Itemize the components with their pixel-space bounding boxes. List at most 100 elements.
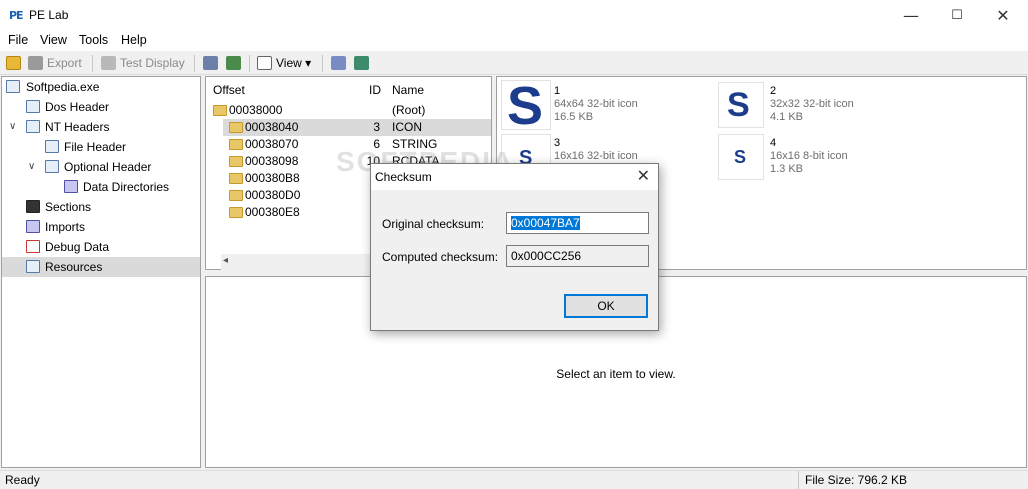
header-icon xyxy=(45,160,59,173)
directories-icon xyxy=(64,180,78,193)
tree-item-label: Sections xyxy=(45,200,92,214)
minimize-button[interactable]: — xyxy=(888,0,934,31)
computed-checksum-field[interactable]: 0x000CC256 xyxy=(506,245,649,267)
softpedia-s-icon: S xyxy=(734,147,747,167)
row-offset: 00038098 xyxy=(245,154,299,168)
export-label: Export xyxy=(47,56,82,70)
folder-icon xyxy=(229,190,243,201)
toolbar-separator xyxy=(194,55,195,72)
title-bar: PE PE Lab — ☐ ✕ xyxy=(0,0,1028,31)
menu-view[interactable]: View xyxy=(40,33,67,47)
row-name: (Root) xyxy=(392,103,426,117)
toolbar-separator xyxy=(322,55,323,72)
hex-button[interactable] xyxy=(226,54,245,72)
tree-item-nt-headers[interactable]: ∨ NT Headers xyxy=(2,117,200,137)
checksum-dialog: Checksum ✕ Original checksum: 0x00047BA7… xyxy=(370,163,659,331)
dependencies-button[interactable] xyxy=(331,54,350,72)
test-display-label: Test Display xyxy=(120,56,185,70)
menu-bar: File View Tools Help xyxy=(0,31,1028,51)
import-button[interactable] xyxy=(354,54,373,72)
calculator-icon xyxy=(203,56,218,70)
row-offset: 000380D0 xyxy=(245,188,301,202)
tree-item-label: Dos Header xyxy=(45,100,110,114)
tree-item-softpedia-exe[interactable]: Softpedia.exe xyxy=(2,77,200,97)
icon-thumbnail[interactable]: S xyxy=(718,134,764,180)
menu-tools[interactable]: Tools xyxy=(79,33,108,47)
icon-info: 3 16x16 32-bit icon xyxy=(554,137,638,163)
column-header-id[interactable]: ID xyxy=(369,83,381,97)
dialog-title-bar: Checksum ✕ xyxy=(371,164,658,190)
tree-item-dos-header[interactable]: Dos Header xyxy=(2,97,200,117)
tree-item-debug-data[interactable]: Debug Data xyxy=(2,237,200,257)
tree-item-file-header[interactable]: File Header xyxy=(2,137,200,157)
tree-item-label: Softpedia.exe xyxy=(26,80,100,94)
export-button[interactable]: Export xyxy=(28,54,82,72)
row-offset: 00038040 xyxy=(245,120,299,134)
tree-item-label: Optional Header xyxy=(64,160,152,174)
exe-file-icon xyxy=(6,80,20,93)
chevron-down-icon[interactable]: ∨ xyxy=(9,117,21,137)
calculator-button[interactable] xyxy=(203,54,222,72)
icon-size: 16.5 KB xyxy=(554,111,594,123)
dialog-title: Checksum xyxy=(375,170,432,184)
test-display-button[interactable]: Test Display xyxy=(101,54,185,72)
softpedia-s-icon: S xyxy=(507,76,544,136)
status-text: Ready xyxy=(5,473,40,487)
original-checksum-label: Original checksum: xyxy=(382,217,485,231)
tree-item-data-directories[interactable]: Data Directories xyxy=(2,177,200,197)
import-icon xyxy=(354,56,369,70)
dependencies-icon xyxy=(331,56,346,70)
computed-checksum-label: Computed checksum: xyxy=(382,250,499,264)
close-button[interactable]: ✕ xyxy=(980,0,1026,31)
icon-size: 4.1 KB xyxy=(770,111,804,123)
column-header-name[interactable]: Name xyxy=(392,83,424,97)
tree-item-optional-header[interactable]: ∨ Optional Header xyxy=(2,157,200,177)
close-icon[interactable]: ✕ xyxy=(637,166,650,185)
resources-icon xyxy=(26,260,40,273)
sections-icon xyxy=(26,200,40,213)
icon-info: 1 64x64 32-bit icon 16.5 KB xyxy=(554,85,638,124)
icon-dimensions: 16x16 32-bit icon xyxy=(554,150,638,162)
open-file-button[interactable] xyxy=(6,54,25,72)
hex-icon xyxy=(226,56,241,70)
ok-button[interactable]: OK xyxy=(564,294,648,318)
view-dropdown[interactable]: View ▾ xyxy=(257,54,311,72)
header-icon xyxy=(45,140,59,153)
view-label: View xyxy=(276,56,302,70)
tree-item-sections[interactable]: Sections xyxy=(2,197,200,217)
window-title: PE Lab xyxy=(29,8,69,22)
folder-icon xyxy=(229,173,243,184)
tree-item-label: Resources xyxy=(45,260,103,274)
tree-item-resources[interactable]: Resources xyxy=(2,257,200,277)
icon-dimensions: 32x32 32-bit icon xyxy=(770,98,854,110)
row-offset: 000380B8 xyxy=(245,171,300,185)
icon-thumbnail[interactable]: S xyxy=(718,82,764,128)
icon-number: 2 xyxy=(770,85,777,97)
toolbar-separator xyxy=(249,55,250,72)
header-icon xyxy=(26,120,40,133)
row-offset: 00038000 xyxy=(229,103,283,117)
softpedia-s-icon: S xyxy=(727,86,750,124)
list-item[interactable]: 00038000 (Root) xyxy=(206,102,491,119)
maximize-button[interactable]: ☐ xyxy=(934,0,980,31)
tree-item-label: Data Directories xyxy=(83,180,170,194)
structure-tree: Softpedia.exe Dos Header ∨ NT Headers Fi… xyxy=(1,76,201,468)
icon-thumbnail[interactable]: S xyxy=(501,76,551,136)
icon-size: 1.3 KB xyxy=(770,163,804,175)
icon-number: 3 xyxy=(554,137,561,149)
icon-number: 1 xyxy=(554,85,561,97)
status-bar: Ready File Size: 796.2 KB xyxy=(0,470,1028,489)
chevron-down-icon[interactable]: ∨ xyxy=(28,157,40,177)
folder-icon xyxy=(213,105,227,116)
list-item[interactable]: 00038040 3 ICON xyxy=(223,119,491,136)
column-header-offset[interactable]: Offset xyxy=(213,83,245,97)
folder-icon xyxy=(229,139,243,150)
original-checksum-field[interactable]: 0x00047BA7 xyxy=(506,212,649,234)
menu-help[interactable]: Help xyxy=(121,33,147,47)
tree-item-imports[interactable]: Imports xyxy=(2,217,200,237)
icon-dimensions: 16x16 8-bit icon xyxy=(770,150,848,162)
scroll-left-icon[interactable]: ◂ xyxy=(223,255,228,266)
tree-item-label: File Header xyxy=(64,140,127,154)
tree-item-label: NT Headers xyxy=(45,120,110,134)
menu-file[interactable]: File xyxy=(8,33,28,47)
